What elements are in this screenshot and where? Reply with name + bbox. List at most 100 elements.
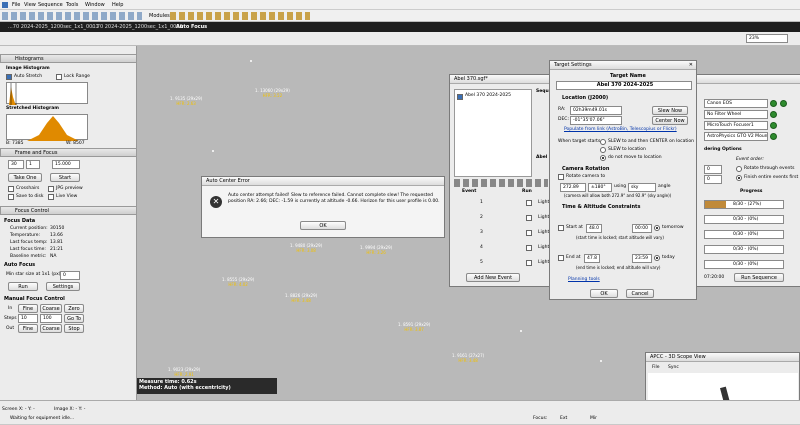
in-coarse-button[interactable]: Coarse (40, 304, 62, 313)
end-altitude-input[interactable]: 47.8 (584, 254, 600, 263)
event-run-checkbox[interactable] (526, 260, 532, 266)
add-new-event-button[interactable]: Add New Event (466, 273, 520, 282)
zoom-select[interactable]: 23% (746, 34, 788, 43)
save-to-disk-checkbox[interactable] (8, 194, 14, 200)
rotate-camera-checkbox[interactable] (558, 174, 564, 180)
histograms-header[interactable]: Histograms (0, 54, 137, 63)
take-one-button[interactable]: Take One (8, 173, 42, 182)
tab-image-1[interactable]: ...70 2024-2025_1200sec_1x1_0001 (8, 24, 99, 30)
rotate-events-radio[interactable] (736, 166, 742, 172)
ra-input[interactable]: 02h39m49.01s (570, 106, 622, 115)
menu-sequence[interactable]: Sequence (38, 2, 63, 8)
live-view-checkbox[interactable] (48, 194, 54, 200)
crosshairs-checkbox[interactable] (8, 186, 14, 192)
angle-range-select[interactable]: ±180° (588, 183, 612, 192)
exposure-input[interactable]: 30 (8, 160, 24, 169)
event-row[interactable]: 4 Light (454, 245, 550, 255)
bin-input[interactable]: 1 (26, 160, 40, 169)
event-run-checkbox[interactable] (526, 245, 532, 251)
stop-button[interactable]: Stop (64, 324, 84, 333)
event-type: Light (538, 200, 550, 205)
out-fine-button[interactable]: Fine (18, 324, 38, 333)
error-icon: ✕ (210, 196, 222, 208)
target-cancel-button[interactable]: Cancel (626, 289, 654, 298)
planning-tools-link[interactable]: Planning tools (568, 277, 600, 283)
menu-file[interactable]: File (12, 2, 20, 8)
mount-status-icon[interactable] (770, 133, 777, 140)
angle-type-select[interactable]: sky (628, 183, 656, 192)
camera-status-icon[interactable] (770, 100, 777, 107)
target-list-item[interactable]: Abel 370 2024-2025 (465, 93, 511, 99)
camera-select[interactable]: Canon EOS (704, 99, 768, 108)
scope-menu-file[interactable]: File (652, 365, 660, 371)
menu-tools[interactable]: Tools (66, 2, 78, 8)
run-sequence-button[interactable]: Run Sequence (734, 273, 784, 282)
today-radio[interactable] (654, 255, 660, 261)
center-now-button[interactable]: Center Now (652, 116, 688, 125)
finish-first-radio[interactable] (736, 175, 742, 181)
out-coarse-button[interactable]: Coarse (40, 324, 62, 333)
start-at-checkbox[interactable] (558, 225, 564, 231)
lock-range-checkbox[interactable] (56, 74, 62, 80)
slew-center-radio[interactable] (600, 139, 606, 145)
slew-now-button[interactable]: Slew Now (652, 106, 688, 115)
menu-view[interactable]: View (24, 2, 36, 8)
order-spinner-1[interactable]: 0 (704, 165, 722, 174)
start-altitude-input[interactable]: 48.0 (586, 224, 602, 233)
close-icon[interactable]: ✕ (689, 61, 693, 70)
camera-connect-icon[interactable] (780, 100, 787, 107)
event-run-checkbox[interactable] (526, 230, 532, 236)
error-ok-button[interactable]: OK (300, 221, 346, 230)
end-time-input[interactable]: 23:59 (632, 254, 652, 263)
go-to-button[interactable]: Go To (64, 314, 84, 323)
crosshairs-label: Crosshairs (16, 186, 40, 191)
focus-control-header[interactable]: Focus Control (0, 206, 137, 215)
min-star-input[interactable]: 0 (60, 271, 80, 280)
tab-image-2[interactable]: ...70 2024-2025_1200sec_1x1_0008 (92, 24, 183, 30)
event-row[interactable]: 1 Light (454, 200, 550, 210)
slew-radio[interactable] (600, 147, 606, 153)
event-run-checkbox[interactable] (526, 200, 532, 206)
time-input[interactable]: 15.000 (52, 160, 80, 169)
star-marker: 1. 8826 (29x29) HFR: 3.48 (285, 293, 318, 303)
event-row[interactable]: 3 Light (454, 230, 550, 240)
event-row[interactable]: 2 Light (454, 215, 550, 225)
target-checkbox[interactable] (457, 94, 463, 100)
toolbar-icons[interactable] (2, 12, 142, 20)
auto-center-error-dialog: Auto Center Error ✕ Auto center attempt … (201, 176, 445, 238)
order-spinner-2[interactable]: 0 (704, 175, 722, 184)
target-ok-button[interactable]: OK (590, 289, 618, 298)
steps-fine-input[interactable]: 10 (18, 314, 38, 323)
frame-focus-header[interactable]: Frame and Focus (0, 148, 137, 157)
end-at-checkbox[interactable] (558, 255, 564, 261)
module-icons[interactable] (170, 12, 310, 20)
menu-window[interactable]: Window (85, 2, 105, 8)
focus-settings-button[interactable]: Settings (46, 282, 80, 291)
tomorrow-radio[interactable] (654, 225, 660, 231)
no-move-radio[interactable] (600, 155, 606, 161)
tab-auto-focus[interactable]: Auto Focus (176, 24, 207, 30)
steps-coarse-input[interactable]: 100 (40, 314, 62, 323)
focuser-select[interactable]: MicroTouch Focuser1 (704, 121, 768, 130)
in-fine-button[interactable]: Fine (18, 304, 38, 313)
filter-select[interactable]: No Filter Wheel (704, 110, 768, 119)
start-time-input[interactable]: 00:00 (632, 224, 652, 233)
populate-link[interactable]: Populate from link (AstroBin, Telescopiu… (564, 127, 677, 133)
zero-button[interactable]: Zero (64, 304, 84, 313)
target-name-input[interactable]: Abel 370 2024-2025 (556, 81, 692, 90)
ra-label: RA: (558, 107, 566, 112)
scope-menu-sync[interactable]: Sync (668, 365, 679, 371)
event-toolbar[interactable] (454, 179, 548, 187)
event-row[interactable]: 5 Light (454, 260, 550, 270)
menu-help[interactable]: Help (112, 2, 123, 8)
angle-input[interactable]: 272.89 (560, 183, 586, 192)
dec-input[interactable]: -01°35'07.06" (570, 116, 622, 125)
start-button[interactable]: Start (50, 173, 80, 182)
mount-select[interactable]: AstroPhysics GTO V2 Mount (704, 132, 768, 141)
event-run-checkbox[interactable] (526, 215, 532, 221)
auto-stretch-checkbox[interactable] (6, 74, 12, 80)
focuser-status-icon[interactable] (770, 122, 777, 129)
filter-status-icon[interactable] (770, 111, 777, 118)
jpg-preview-checkbox[interactable] (48, 186, 54, 192)
run-focus-button[interactable]: Run (8, 282, 38, 291)
